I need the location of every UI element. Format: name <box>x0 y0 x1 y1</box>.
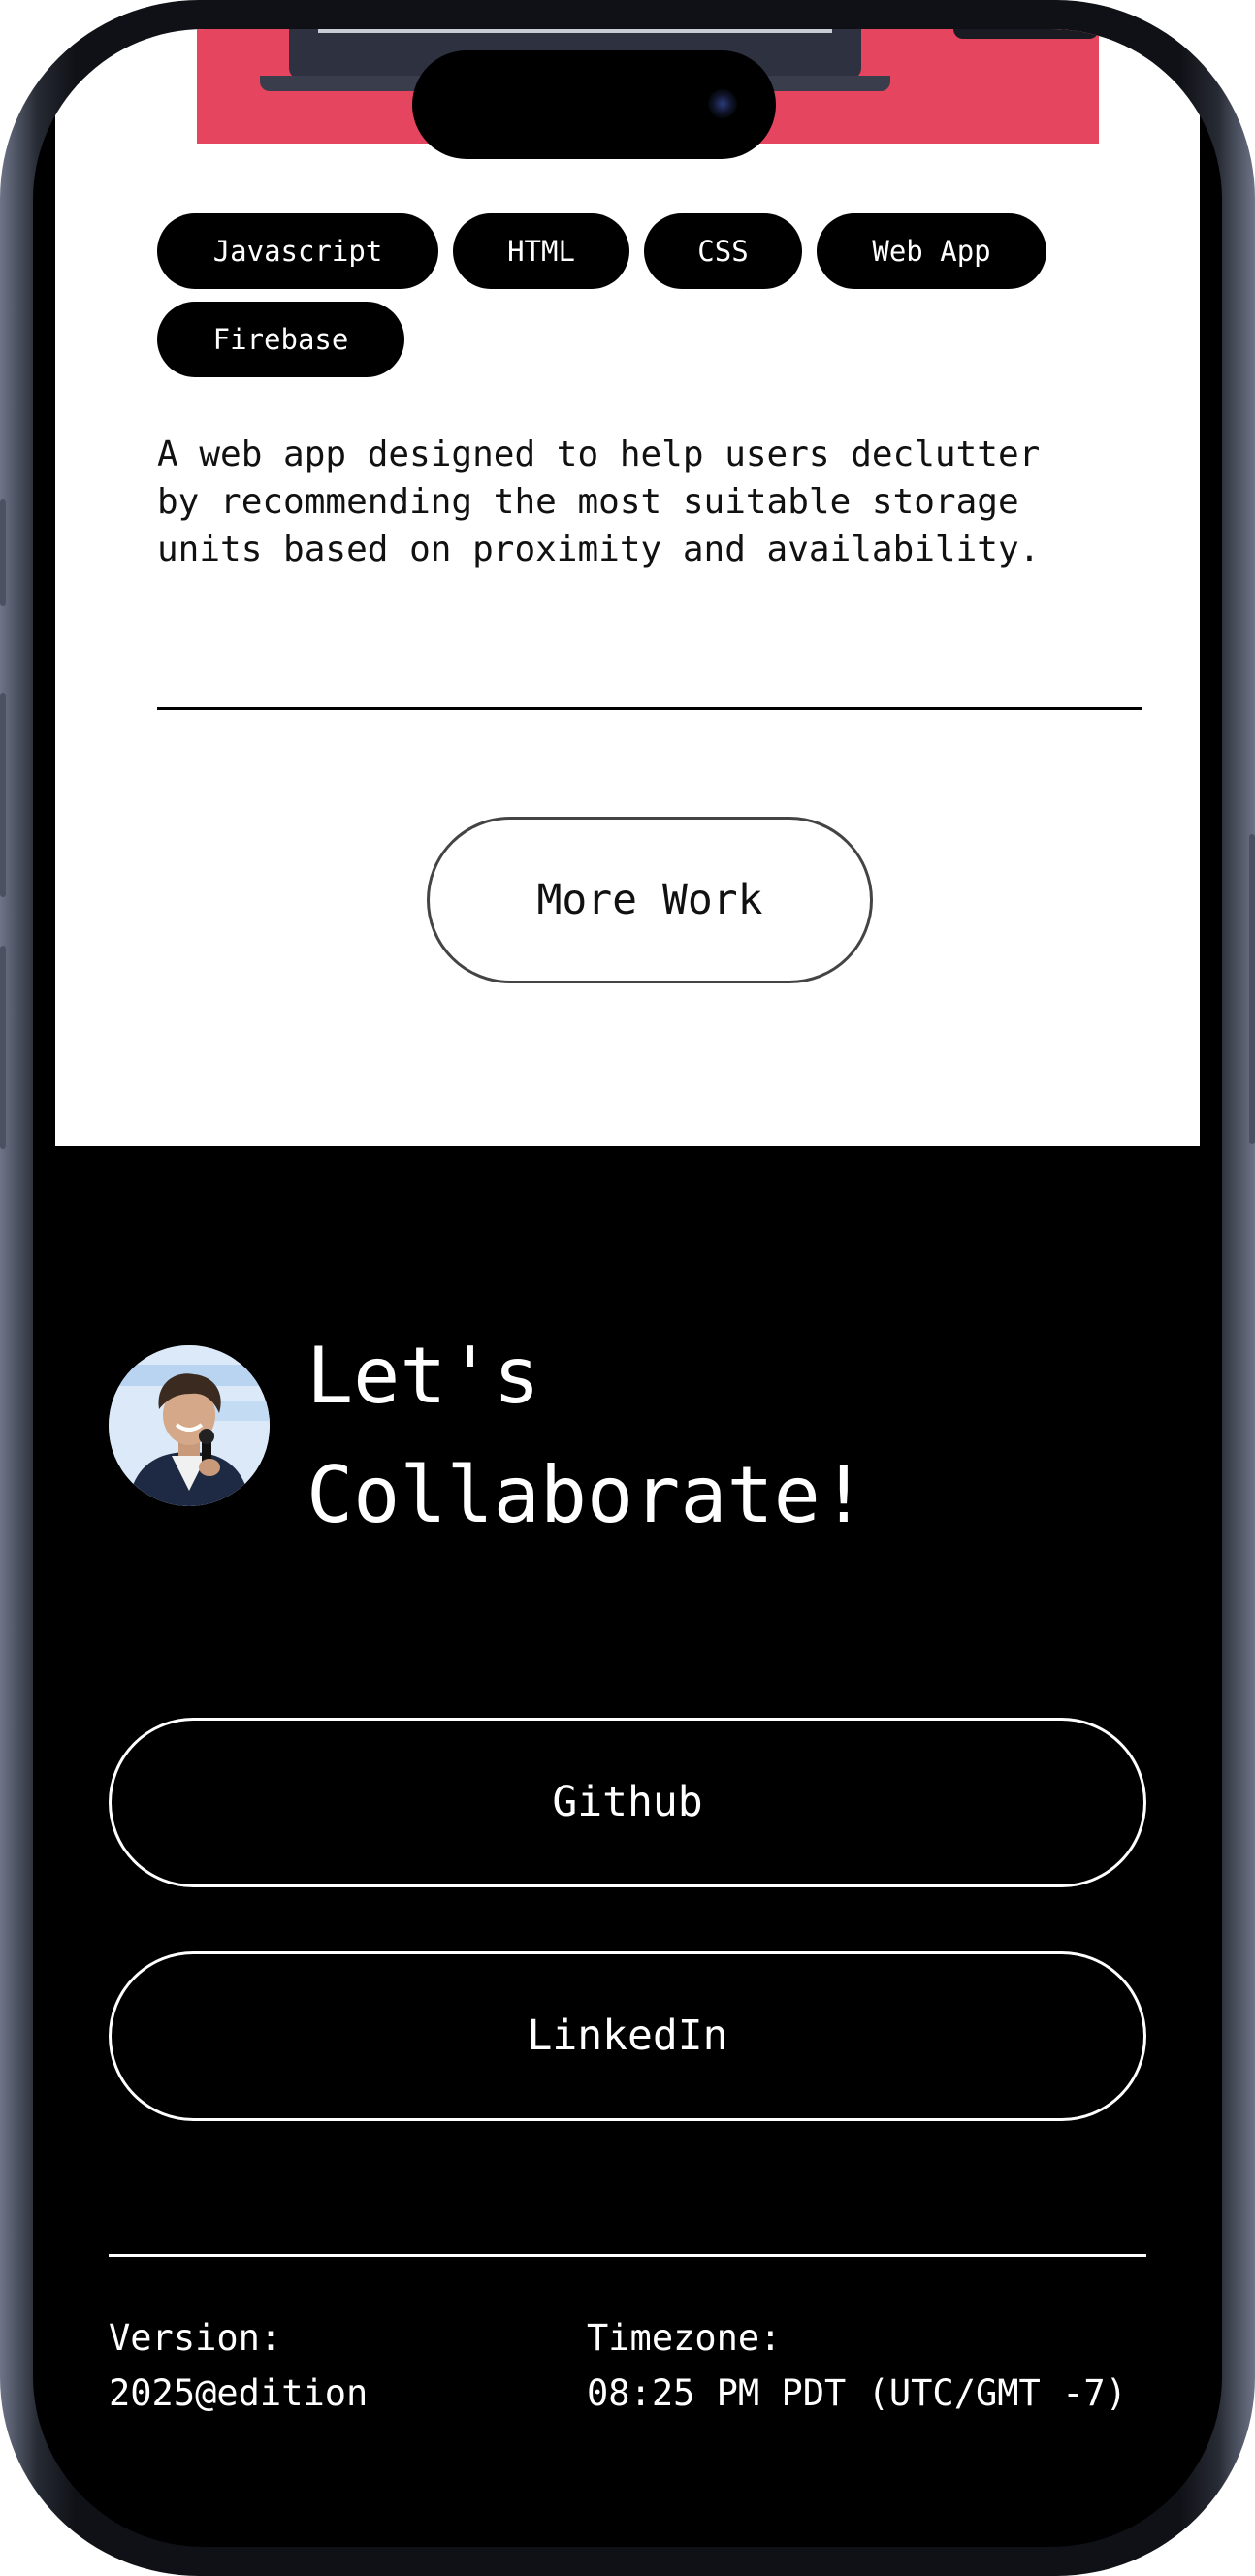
timezone-info: Timezone: 08:25 PM PDT (UTC/GMT -7) <box>587 2310 1127 2421</box>
timezone-label: Timezone: <box>587 2317 782 2359</box>
volume-up-button <box>0 693 6 897</box>
footer-divider <box>109 2254 1146 2257</box>
device-frame: Javascript HTML CSS Web App Firebase A w… <box>0 0 1255 2576</box>
avatar <box>109 1345 270 1506</box>
volume-down-button <box>0 946 6 1149</box>
power-button <box>1249 834 1255 1144</box>
more-work-button[interactable]: More Work <box>427 817 873 983</box>
project-section: Javascript HTML CSS Web App Firebase A w… <box>55 29 1200 1146</box>
camera-icon <box>708 89 737 118</box>
version-info: Version: 2025@edition <box>109 2310 368 2421</box>
version-label: Version: <box>109 2317 282 2359</box>
dynamic-island <box>412 50 776 159</box>
tag-javascript: Javascript <box>157 213 438 289</box>
section-divider <box>157 707 1142 710</box>
screen: Javascript HTML CSS Web App Firebase A w… <box>33 29 1222 2547</box>
project-description: A web app designed to help users declutt… <box>157 435 1041 569</box>
collaborate-heading: Let's Collaborate! <box>306 1316 1141 1555</box>
tag-html: HTML <box>453 213 629 289</box>
tag-web-app: Web App <box>817 213 1046 289</box>
profile-photo-icon <box>109 1345 270 1506</box>
linkedin-button[interactable]: LinkedIn <box>109 1951 1146 2121</box>
heading-line-1: Let's <box>306 1331 540 1421</box>
timezone-value: 08:25 PM PDT (UTC/GMT -7) <box>587 2372 1127 2414</box>
tag-css: CSS <box>644 213 802 289</box>
phone-mockup <box>953 29 1099 39</box>
tag-firebase: Firebase <box>157 302 404 377</box>
mute-switch <box>0 499 6 606</box>
heading-line-2: Collaborate! <box>306 1450 867 1540</box>
version-value: 2025@edition <box>109 2372 369 2414</box>
github-button[interactable]: Github <box>109 1718 1146 1887</box>
